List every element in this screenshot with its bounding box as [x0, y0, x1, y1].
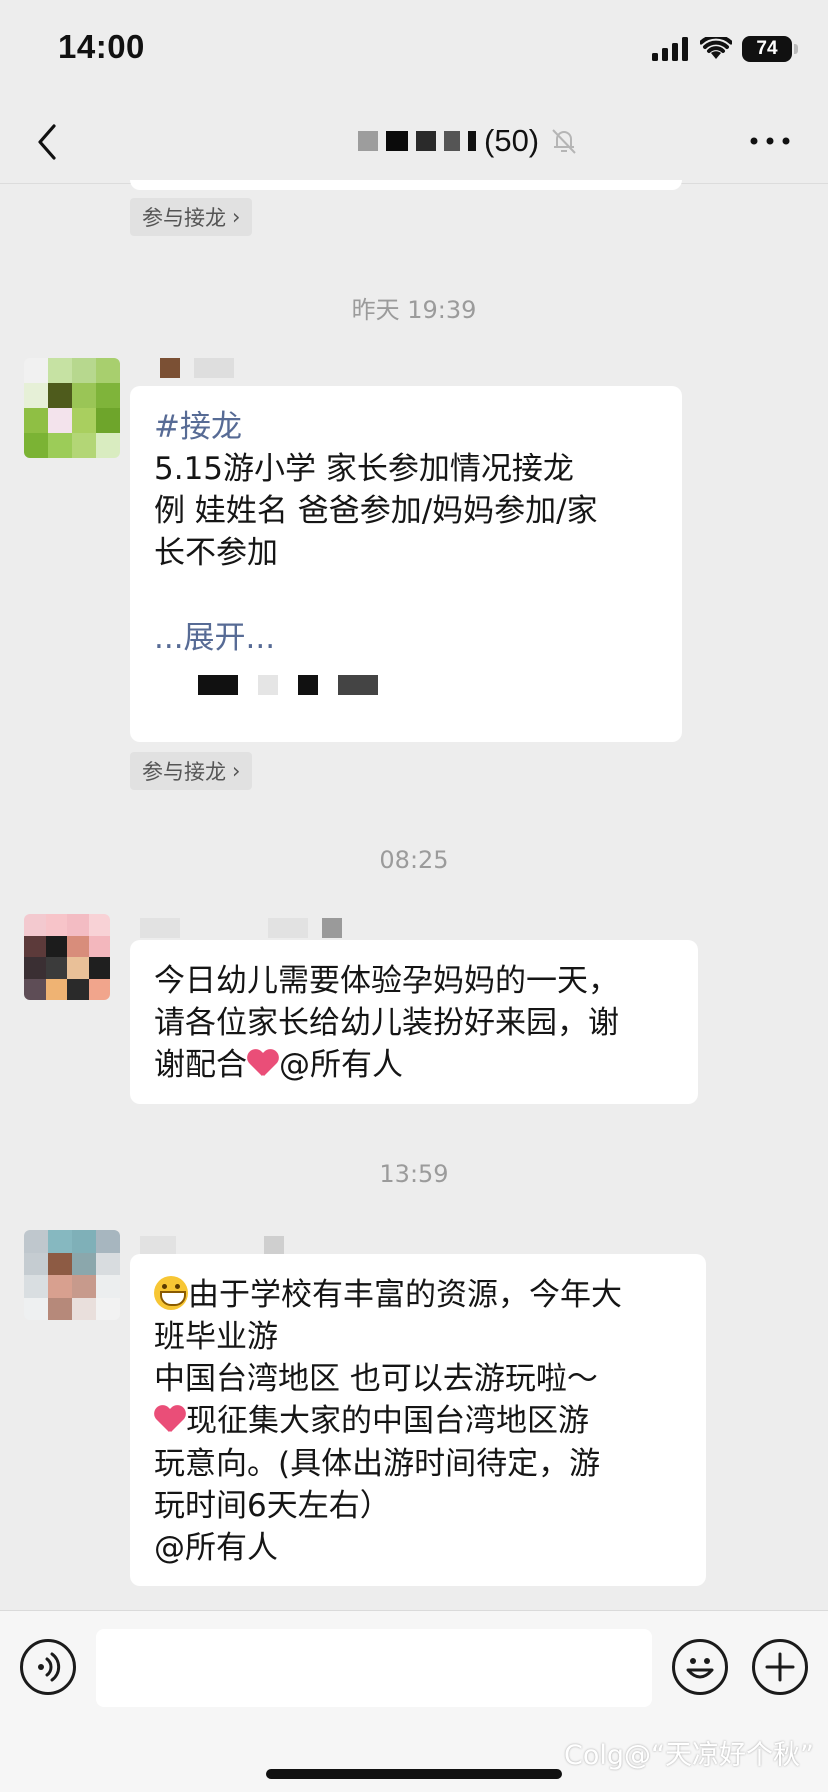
watermark: Colg@“天凉好个秋” [564, 1740, 814, 1771]
message-line-text: 配合 [185, 1047, 247, 1084]
ellipsis-icon[interactable] [748, 126, 792, 156]
message-line: 中国台湾地区 也可以去游玩啦～ [154, 1361, 598, 1398]
home-indicator [266, 1769, 562, 1779]
message-line: 5.15游小学 家长参加情况接龙 [154, 451, 574, 488]
message-line: 今日幼儿需要体验孕妈妈的一天， [154, 963, 619, 999]
solitaire-tag[interactable]: #接龙 [154, 406, 658, 448]
join-label: 参与接龙 [142, 760, 226, 784]
message-line-prefix: 谢 [154, 1047, 185, 1084]
wifi-icon [700, 37, 732, 59]
expand-link[interactable]: ...展开... [154, 617, 658, 659]
chevron-left-icon[interactable] [28, 114, 68, 170]
signal-icon [652, 37, 688, 61]
chevron-right-icon: › [232, 759, 241, 783]
previous-bubble-edge [130, 180, 682, 190]
heart-emoji-icon [154, 1406, 186, 1434]
message-timestamp: 13:59 [379, 1160, 449, 1188]
sender-name-masked [140, 918, 342, 940]
message-line: 长不参加 [154, 535, 278, 572]
plus-icon[interactable] [752, 1639, 808, 1695]
bell-muted-icon [552, 129, 576, 154]
avatar[interactable] [24, 358, 120, 458]
grin-emoji-icon [154, 1276, 188, 1310]
message-line: 谢配合 @所有人 [154, 1044, 674, 1086]
message-line: 请各位家长给幼儿装扮好来园，谢 [154, 1005, 619, 1042]
emoji-icon[interactable] [672, 1639, 728, 1695]
join-solitaire-button[interactable]: 参与接龙 › [130, 198, 253, 236]
mention-all[interactable]: @所有人 [154, 1527, 682, 1569]
sender-name-masked [160, 358, 234, 380]
status-icons: 74 [652, 34, 798, 64]
message-timestamp: 昨天 19:39 [351, 296, 477, 324]
message-line-text: 由于学校有丰富的资源，今年大 [188, 1277, 622, 1313]
chat-header: (50) [0, 100, 828, 184]
voice-icon[interactable] [20, 1639, 76, 1695]
input-bar: Colg@“天凉好个秋” [0, 1610, 828, 1792]
message-line: 例 娃姓名 爸爸参加/妈妈参加/家 [154, 493, 598, 530]
message-line: 玩时间6天左右） [154, 1487, 391, 1524]
message-line: 班毕业游 [154, 1319, 278, 1356]
heart-emoji-icon [247, 1050, 279, 1078]
message-line-text: 现征集大家的中国台湾地区游 [186, 1403, 589, 1440]
chevron-right-icon: › [232, 205, 241, 229]
message-line: 玩意向。(具体出游时间待定，游 [154, 1445, 601, 1482]
join-solitaire-button[interactable]: 参与接龙 › [130, 752, 253, 790]
notice-message-bubble[interactable]: 今日幼儿需要体验孕妈妈的一天， 请各位家长给幼儿装扮好来园，谢 谢配合 @所有人 [130, 940, 698, 1104]
join-label: 参与接龙 [142, 206, 226, 230]
avatar[interactable] [24, 1230, 120, 1320]
mention-all[interactable]: @所有人 [279, 1047, 403, 1083]
masked-entry [198, 674, 658, 695]
message-line: 由于学校有丰富的资源，今年大 [154, 1274, 682, 1316]
avatar[interactable] [24, 914, 110, 1000]
chat-title[interactable]: (50) [358, 116, 579, 166]
status-time: 14:00 [58, 28, 145, 65]
group-member-count: (50) [484, 123, 540, 158]
message-input[interactable] [96, 1629, 652, 1707]
trip-message-bubble[interactable]: 由于学校有丰富的资源，今年大 班毕业游 中国台湾地区 也可以去游玩啦～ 现征集大… [130, 1254, 706, 1586]
solitaire-message-bubble[interactable]: #接龙 5.15游小学 家长参加情况接龙 例 娃姓名 爸爸参加/妈妈参加/家 长… [130, 386, 682, 742]
masked-group-name [358, 131, 476, 151]
status-bar: 14:00 74 [0, 0, 828, 100]
message-line: 现征集大家的中国台湾地区游 [154, 1400, 682, 1442]
battery-icon: 74 [742, 36, 798, 62]
message-timestamp: 08:25 [379, 846, 449, 874]
